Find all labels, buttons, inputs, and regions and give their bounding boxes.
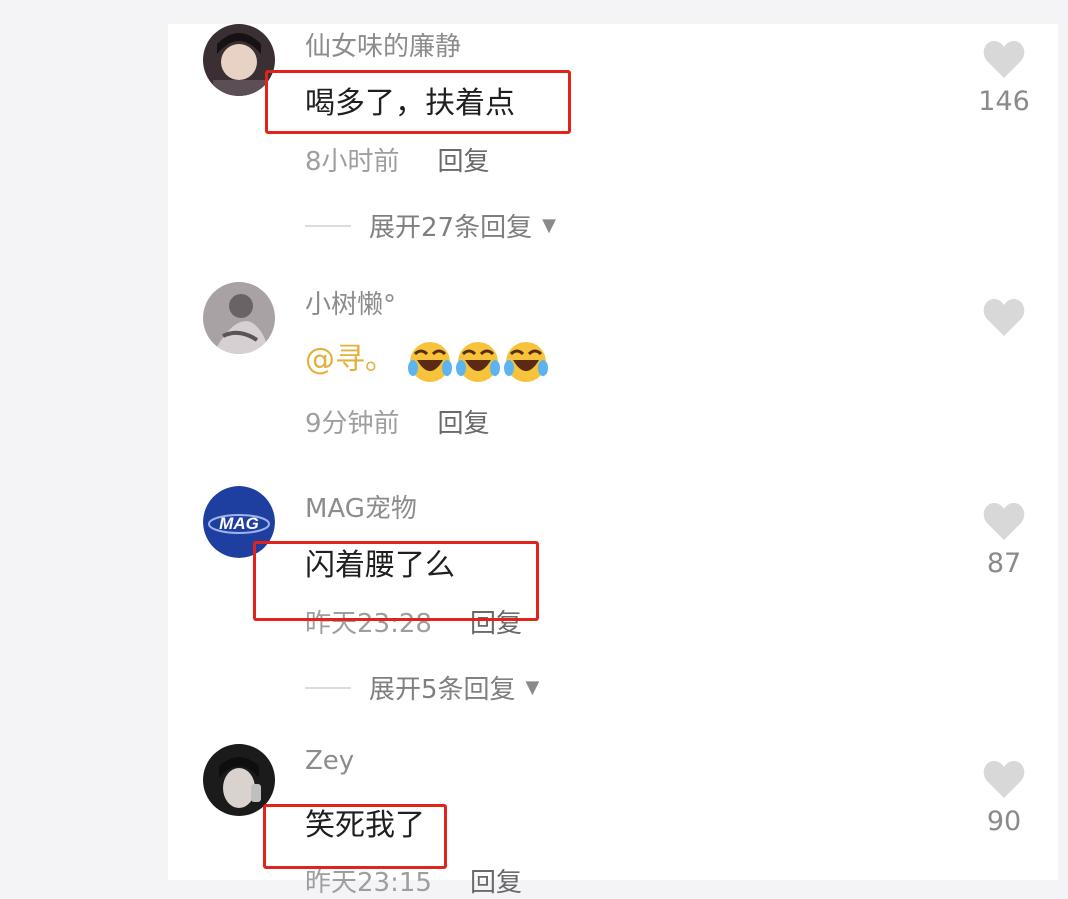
username[interactable]: MAG宠物	[305, 488, 417, 525]
comment-text: 笑死我了	[305, 808, 425, 843]
expand-replies-label: 展开27条回复	[369, 213, 533, 243]
heart-icon	[983, 503, 1025, 540]
heart-icon	[983, 761, 1025, 798]
comment-text: 闪着腰了么	[305, 548, 455, 583]
divider	[305, 686, 351, 689]
comment-text: 喝多了，扶着点	[305, 86, 515, 121]
avatar[interactable]	[203, 24, 275, 96]
reply-button[interactable]: 回复	[438, 409, 490, 439]
avatar[interactable]	[203, 282, 275, 354]
expand-replies[interactable]: 展开5条回复 ▼	[305, 669, 539, 706]
like-count: 87	[986, 548, 1022, 579]
comment-meta: 9分钟前 回复	[305, 403, 490, 440]
heart-icon	[983, 299, 1025, 336]
like-button[interactable]	[978, 298, 1030, 344]
avatar[interactable]	[203, 744, 275, 816]
laughing-crying-emoji-icon	[455, 341, 500, 382]
username[interactable]: 小树懒°	[305, 284, 396, 321]
reply-button[interactable]: 回复	[438, 147, 490, 177]
like-button[interactable]: 146	[978, 40, 1030, 117]
timestamp: 8小时前	[305, 147, 400, 177]
comment-meta: 昨天23:15 回复	[305, 862, 522, 899]
reply-button[interactable]: 回复	[470, 868, 522, 898]
caret-down-icon: ▼	[542, 215, 556, 236]
mention-link[interactable]: @寻。	[305, 342, 395, 377]
avatar[interactable]: MAG	[203, 486, 275, 558]
laughing-crying-emoji-icon	[407, 341, 452, 382]
comment-text: @寻。	[305, 334, 549, 384]
laughing-crying-emoji-icon	[503, 341, 548, 382]
comment-meta: 昨天23:28 回复	[305, 603, 522, 640]
timestamp: 昨天23:15	[305, 868, 432, 898]
brand-logo-text: MAG	[219, 514, 259, 533]
expand-replies-label: 展开5条回复	[369, 675, 516, 705]
like-button[interactable]: 87	[978, 502, 1030, 579]
divider	[305, 224, 351, 227]
reply-button[interactable]: 回复	[470, 609, 522, 639]
like-button[interactable]: 90	[978, 760, 1030, 837]
username[interactable]: 仙女味的廉静	[305, 26, 461, 63]
caret-down-icon: ▼	[525, 677, 540, 698]
timestamp: 昨天23:28	[305, 609, 432, 639]
comment-meta: 8小时前 回复	[305, 141, 490, 178]
expand-replies[interactable]: 展开27条回复 ▼	[305, 207, 556, 244]
comments-panel: 仙女味的廉静 喝多了，扶着点 8小时前 回复 展开27条回复 ▼ 146 小树懒…	[168, 24, 1058, 898]
like-count: 146	[978, 86, 1030, 117]
username[interactable]: Zey	[305, 746, 354, 776]
timestamp: 9分钟前	[305, 409, 400, 439]
heart-icon	[983, 41, 1025, 78]
like-count: 90	[986, 806, 1022, 837]
